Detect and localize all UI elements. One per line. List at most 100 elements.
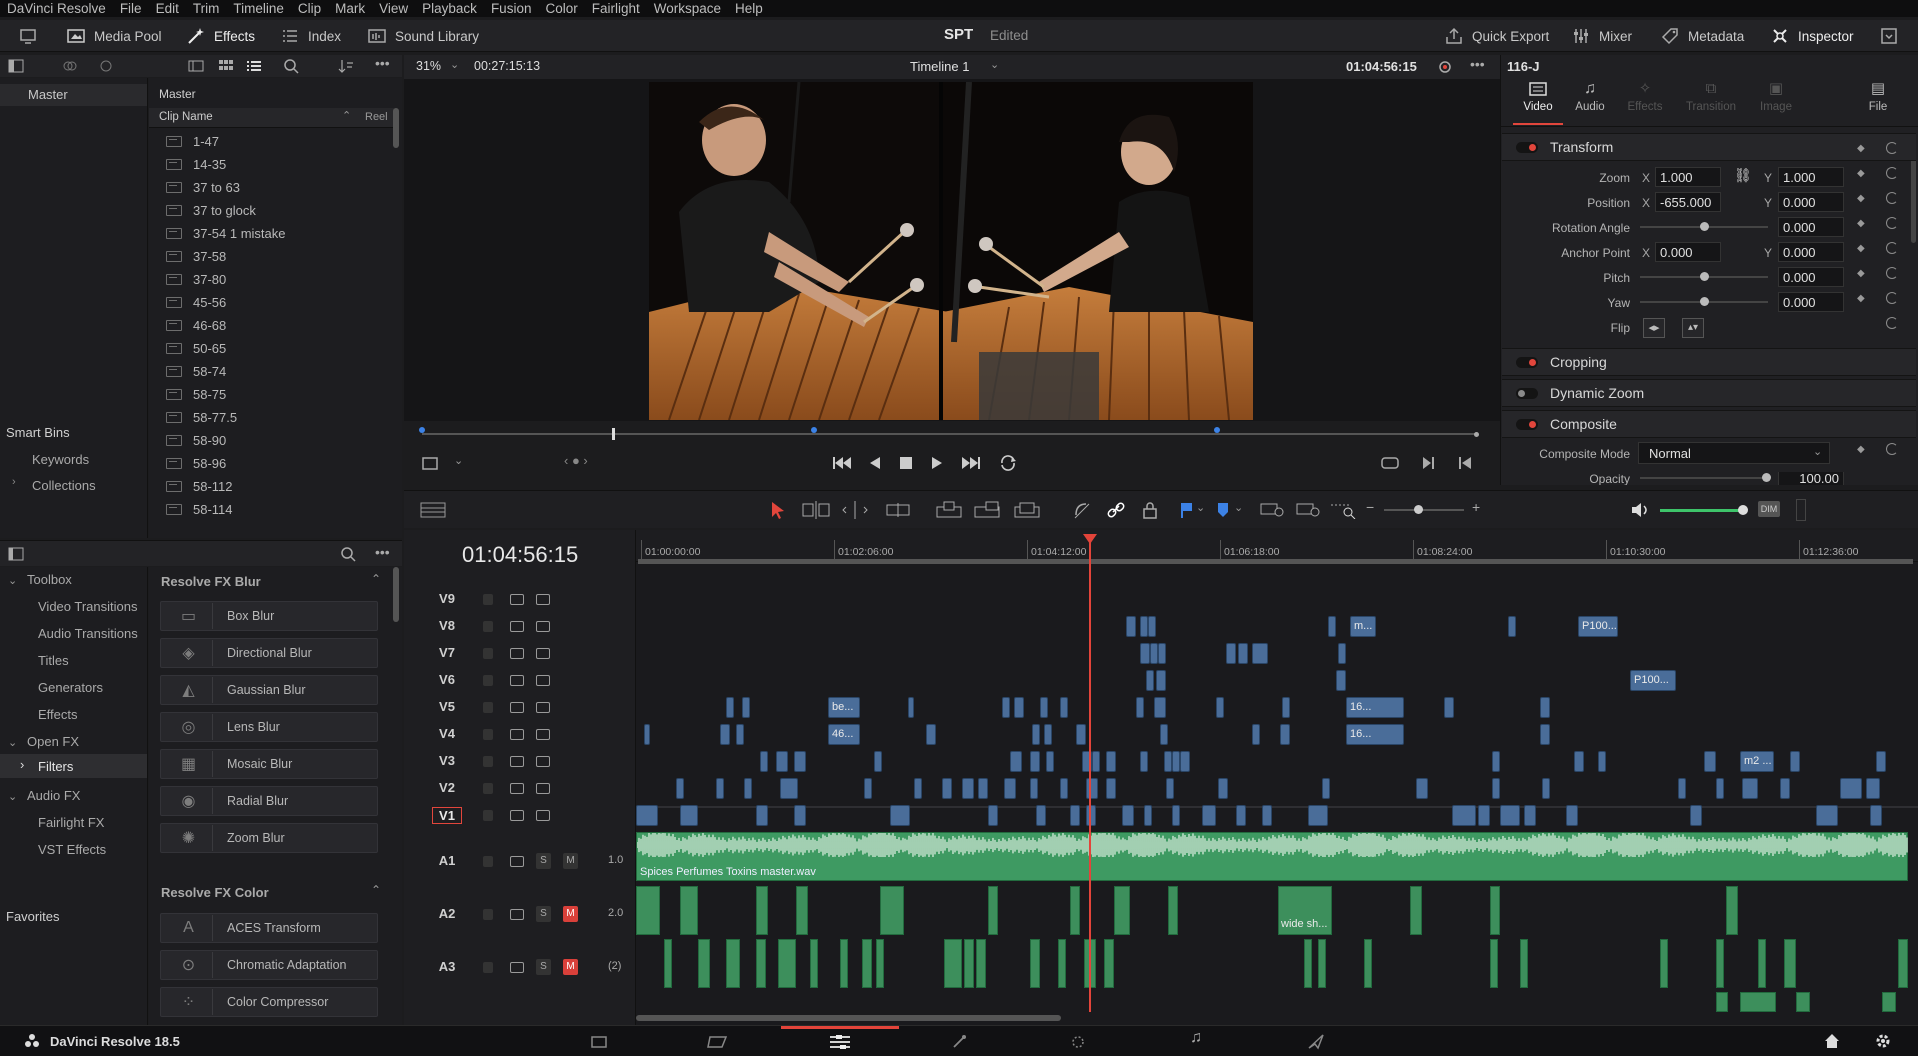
- edit-page-icon[interactable]: [828, 1033, 852, 1051]
- video-clip[interactable]: [1780, 778, 1790, 799]
- video-clip[interactable]: [756, 805, 768, 826]
- video-clip[interactable]: [1154, 697, 1166, 718]
- video-clip[interactable]: [1322, 778, 1330, 799]
- video-clip[interactable]: [1106, 751, 1116, 772]
- reset-icon[interactable]: [1886, 217, 1898, 229]
- effects-search-icon[interactable]: [340, 546, 356, 562]
- sound-library-button[interactable]: Sound Library: [367, 20, 479, 52]
- video-clip[interactable]: [1164, 751, 1172, 772]
- lock-icon[interactable]: [483, 756, 493, 767]
- audio-clip[interactable]: [636, 886, 660, 935]
- audio-clip[interactable]: [1490, 886, 1500, 935]
- audio-clip[interactable]: [1304, 939, 1312, 988]
- video-clip[interactable]: [1238, 643, 1248, 664]
- lock-icon[interactable]: [483, 783, 493, 794]
- video-clip[interactable]: [988, 805, 998, 826]
- bin-master[interactable]: Master: [0, 84, 147, 106]
- track-enable-icon[interactable]: [536, 729, 550, 740]
- video-clip[interactable]: [1282, 697, 1290, 718]
- position-lock-icon[interactable]: [1142, 501, 1158, 519]
- transform-enable-toggle[interactable]: [1516, 141, 1538, 153]
- audio-clip[interactable]: [1070, 886, 1080, 935]
- marker-icon[interactable]: [1216, 501, 1230, 519]
- video-clip[interactable]: [1492, 778, 1500, 799]
- play-icon[interactable]: [930, 455, 944, 471]
- track-enable-icon[interactable]: [536, 810, 550, 821]
- toolbox-chevron-icon[interactable]: ⌄: [8, 574, 17, 587]
- video-clip[interactable]: [1106, 778, 1116, 799]
- audio-clip[interactable]: [1318, 939, 1326, 988]
- auto-select-icon[interactable]: [510, 675, 524, 686]
- go-to-start-icon[interactable]: [832, 455, 852, 471]
- position-x-field[interactable]: -655.000: [1655, 192, 1721, 212]
- fairlight-page-icon[interactable]: ♫: [1190, 1029, 1202, 1047]
- audio-clip[interactable]: [1898, 939, 1908, 988]
- video-clip[interactable]: [742, 697, 750, 718]
- reset-icon[interactable]: [1886, 142, 1898, 154]
- clip-row[interactable]: 58-112: [162, 475, 392, 498]
- video-clip[interactable]: [1452, 805, 1476, 826]
- audio-clip[interactable]: [1114, 886, 1130, 935]
- audio-clip[interactable]: [1758, 939, 1766, 988]
- video-clip[interactable]: [1040, 697, 1048, 718]
- video-clip[interactable]: [1336, 670, 1346, 691]
- track-enable-icon[interactable]: [536, 783, 550, 794]
- video-clip[interactable]: [1328, 616, 1336, 637]
- bin-options-icon[interactable]: [98, 59, 114, 73]
- video-clip[interactable]: [942, 778, 952, 799]
- lock-icon[interactable]: [483, 594, 493, 605]
- flag-dropdown-icon[interactable]: ⌄: [1196, 501, 1205, 514]
- video-clip[interactable]: [890, 805, 910, 826]
- menu-clip[interactable]: Clip: [291, 1, 328, 16]
- video-clip[interactable]: [1226, 643, 1236, 664]
- video-clip[interactable]: [1172, 805, 1180, 826]
- toolbox-heading[interactable]: Toolbox: [27, 572, 72, 587]
- color-page-icon[interactable]: [1068, 1032, 1088, 1052]
- keyframe-diamond-icon[interactable]: ◆: [1857, 193, 1865, 204]
- metadata-view-icon[interactable]: [188, 60, 204, 72]
- clip-row[interactable]: 1-47: [162, 130, 392, 153]
- video-clip[interactable]: [1172, 751, 1180, 772]
- lock-icon[interactable]: [483, 648, 493, 659]
- video-clip[interactable]: [1166, 778, 1174, 799]
- zoom-out-icon[interactable]: −: [1366, 499, 1374, 515]
- cut-page-icon[interactable]: [706, 1034, 730, 1050]
- snapping-icon[interactable]: [1072, 501, 1092, 519]
- keyframe-diamond-icon[interactable]: ◆: [1857, 168, 1865, 179]
- video-clip[interactable]: [914, 778, 922, 799]
- video-clip[interactable]: [1076, 724, 1086, 745]
- dynamic-zoom-enable-toggle[interactable]: [1516, 387, 1538, 399]
- video-clip[interactable]: [1140, 643, 1150, 664]
- video-clip[interactable]: [1252, 643, 1268, 664]
- timeline-timecode[interactable]: 01:04:56:15: [462, 542, 578, 568]
- effects-button[interactable]: Effects: [186, 20, 255, 52]
- audio-clip[interactable]: [1716, 992, 1728, 1012]
- audio-clip[interactable]: [1882, 992, 1896, 1012]
- timeline-name[interactable]: Timeline 1: [910, 59, 969, 74]
- track-label-v8[interactable]: V8: [432, 618, 462, 633]
- flip-vertical-icon[interactable]: ▴▾: [1682, 318, 1704, 338]
- clip-list-scrollbar[interactable]: [393, 108, 399, 148]
- audio-clip[interactable]: [664, 939, 672, 988]
- clip-row[interactable]: 37-58: [162, 245, 392, 268]
- video-clip[interactable]: [1524, 805, 1536, 826]
- video-clip[interactable]: [1704, 751, 1716, 772]
- video-clip[interactable]: [1140, 616, 1148, 637]
- audio-clip[interactable]: [1410, 886, 1422, 935]
- auto-select-icon[interactable]: [510, 756, 524, 767]
- clip-row[interactable]: 37-80: [162, 268, 392, 291]
- video-clip[interactable]: [726, 697, 734, 718]
- video-clip[interactable]: [1790, 751, 1800, 772]
- video-clip[interactable]: [794, 751, 806, 772]
- selection-tool-icon[interactable]: [770, 501, 786, 519]
- fusion-page-icon[interactable]: [950, 1033, 968, 1051]
- audio-clip[interactable]: [810, 939, 818, 988]
- list-view-icon[interactable]: [246, 59, 262, 73]
- match-frame-icon[interactable]: [1380, 455, 1400, 471]
- audio-clip[interactable]: [1030, 939, 1040, 988]
- track-enable-icon[interactable]: [536, 648, 550, 659]
- effects-scrollbar[interactable]: [393, 567, 399, 622]
- video-clip[interactable]: [1308, 805, 1328, 826]
- custom-zoom-icon[interactable]: [1330, 501, 1356, 519]
- pitch-field[interactable]: 0.000: [1778, 267, 1844, 287]
